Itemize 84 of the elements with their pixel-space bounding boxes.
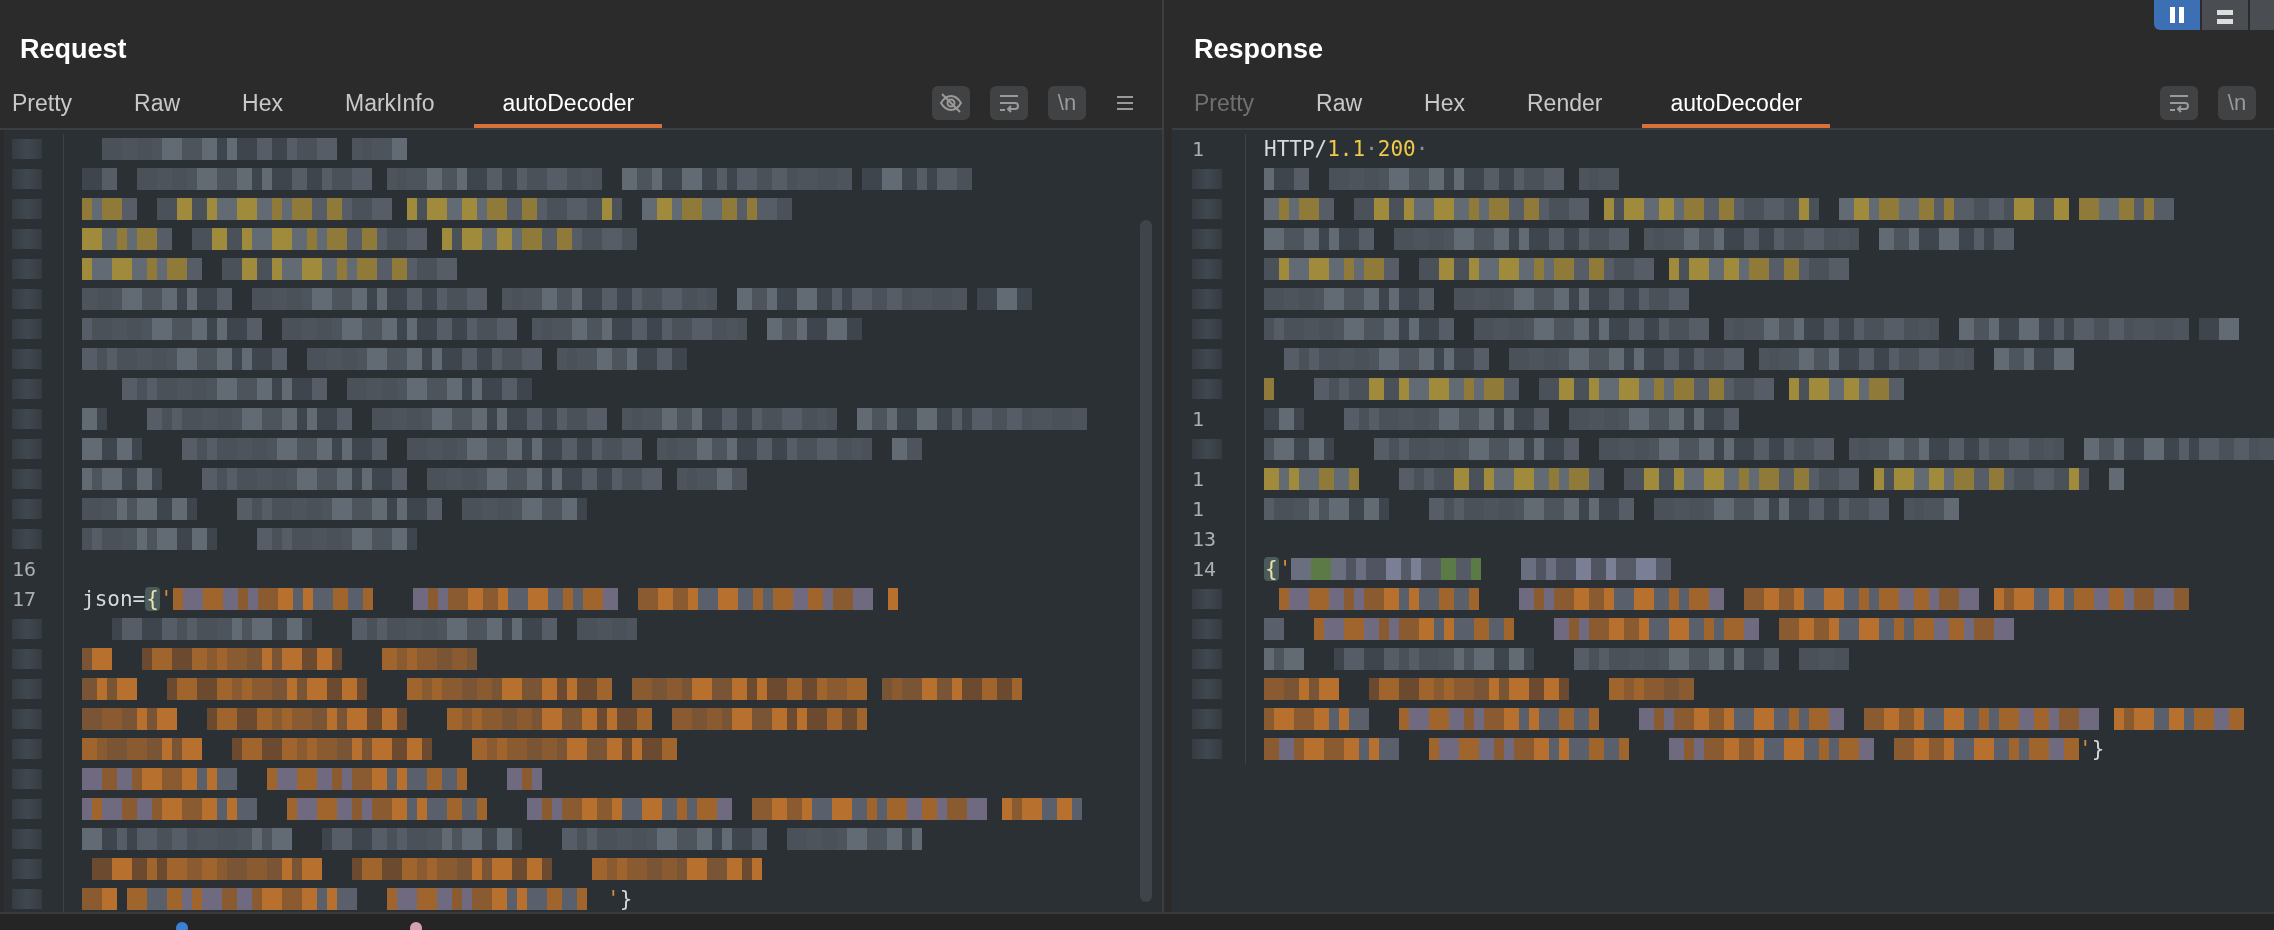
code-token: ' — [159, 587, 173, 611]
newline-toggle-button[interactable]: \n — [2218, 86, 2256, 120]
pixelated-line-number — [12, 469, 42, 489]
pixelated-line-number — [12, 349, 42, 369]
code-token: 1.1 — [1327, 137, 1366, 161]
code-token: } — [2091, 737, 2105, 761]
pixelated-line-number — [12, 289, 42, 309]
view-toggle[interactable] — [2202, 0, 2248, 30]
line-number: 13 — [1192, 527, 1217, 551]
line-number: 1 — [1192, 407, 1205, 431]
hide-toggle-button[interactable] — [932, 86, 970, 120]
tab[interactable]: MarkInfo — [323, 78, 457, 128]
wrap-icon — [997, 92, 1021, 114]
pixelated-line-number — [1192, 259, 1222, 279]
code-token: ' — [2079, 737, 2092, 761]
newline-toggle-button[interactable]: \n — [1048, 86, 1086, 120]
pane-title: Response — [1193, 33, 1324, 66]
code-editor[interactable]: 16 17 json={' '} — [4, 130, 1162, 912]
code-editor[interactable]: 1 HTTP/1.1·200· 1 1 1 13 14 {' '} — [1172, 130, 2274, 912]
pixelated-line-number — [1192, 169, 1222, 189]
pixelated-line-number — [12, 889, 42, 909]
pixelated-line-number — [1192, 199, 1222, 219]
pixelated-line-number — [1192, 679, 1222, 699]
code-token: ' — [1278, 557, 1292, 581]
pixelated-line-number — [12, 769, 42, 789]
code-token: HTTP/ — [1264, 137, 1328, 161]
pixelated-line-number — [1192, 439, 1222, 459]
pixelated-line-number — [1192, 379, 1222, 399]
pixelated-line-number — [12, 229, 42, 249]
columns-icon — [2170, 7, 2184, 23]
pixelated-line-number — [12, 409, 42, 429]
rows-icon — [2217, 10, 2233, 24]
pixelated-line-number — [1192, 289, 1222, 309]
wrap-icon — [2167, 92, 2191, 114]
line-number: 1 — [1192, 497, 1205, 521]
pixelated-line-number — [12, 379, 42, 399]
pixelated-line-number — [1192, 319, 1222, 339]
line-number: 17 — [12, 587, 37, 611]
menu-icon — [1115, 94, 1135, 112]
line-number: 16 — [12, 557, 37, 581]
pixelated-line-number — [12, 499, 42, 519]
pixelated-line-number — [1192, 649, 1222, 669]
tab[interactable]: Hex — [1402, 78, 1487, 128]
code-token: } — [619, 887, 633, 911]
wrap-lines-button[interactable] — [2160, 86, 2198, 120]
pixelated-line-number — [12, 649, 42, 669]
pixelated-line-number — [12, 319, 42, 339]
pixelated-line-number — [1192, 349, 1222, 369]
pixelated-line-number — [12, 529, 42, 549]
pixelated-line-number — [12, 139, 42, 159]
tab[interactable]: Pretty — [0, 78, 95, 128]
tab[interactable]: Render — [1505, 78, 1625, 128]
tab[interactable]: Hex — [220, 78, 305, 128]
tab[interactable]: Raw — [1294, 78, 1385, 128]
code-token: 200 — [1377, 137, 1416, 161]
pixelated-line-number — [12, 709, 42, 729]
line-number: 1 — [1192, 137, 1205, 161]
pixelated-line-number — [12, 259, 42, 279]
pixelated-line-number — [12, 829, 42, 849]
code-token: json= — [82, 587, 146, 611]
pixelated-line-number — [1192, 589, 1222, 609]
tab[interactable]: Raw — [112, 78, 203, 128]
code-token: { — [1264, 557, 1279, 581]
pixelated-line-number — [12, 439, 42, 459]
code-token: · — [1415, 137, 1429, 161]
pixelated-line-number — [12, 859, 42, 879]
view-toggle[interactable] — [2154, 0, 2200, 30]
pixelated-line-number — [12, 739, 42, 759]
pixelated-line-number — [12, 169, 42, 189]
code-token: · — [1365, 137, 1378, 161]
pixelated-line-number — [1192, 709, 1222, 729]
code-token: ' — [607, 887, 620, 911]
pixelated-line-number — [12, 679, 42, 699]
line-number: 14 — [1192, 557, 1217, 581]
pixelated-line-number — [1192, 739, 1222, 759]
pane-title: Request — [19, 33, 127, 66]
code-token: { — [145, 587, 160, 611]
pixelated-line-number — [12, 799, 42, 819]
pixelated-line-number — [1192, 619, 1222, 639]
line-number: 1 — [1192, 467, 1205, 491]
pixelated-line-number — [1192, 229, 1222, 249]
pixelated-line-number — [12, 199, 42, 219]
pixelated-line-number — [12, 619, 42, 639]
wrap-lines-button[interactable] — [990, 86, 1028, 120]
